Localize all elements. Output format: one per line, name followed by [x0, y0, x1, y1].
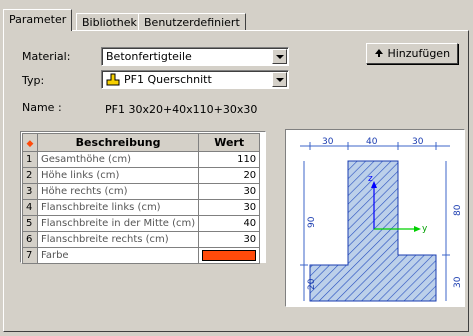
- row-description: Flanschbreite links (cm): [36, 199, 200, 216]
- material-select[interactable]: Betonfertigteile: [101, 47, 289, 66]
- row-number: 7: [22, 247, 38, 264]
- row-number: 6: [22, 231, 38, 248]
- table-row[interactable]: 4 Flanschbreite links (cm) 30: [22, 199, 261, 216]
- tab-parameter[interactable]: Parameter: [3, 9, 73, 31]
- typ-select[interactable]: PF1 Querschnitt: [101, 70, 289, 89]
- row-value-input[interactable]: 30: [198, 183, 261, 200]
- row-value-input[interactable]: 110: [198, 151, 261, 168]
- arrow-up-icon: [374, 49, 383, 57]
- header-beschreibung[interactable]: Beschreibung: [36, 133, 200, 152]
- material-dropdown-arrow-icon[interactable]: [272, 49, 287, 64]
- table-row[interactable]: 1 Gesamthöhe (cm) 110: [22, 151, 261, 168]
- tab-bibliothek[interactable]: Bibliothek: [76, 13, 143, 31]
- row-description: Gesamthöhe (cm): [36, 151, 200, 168]
- parameter-table: ◆ Beschreibung Wert 1 Gesamthöhe (cm) 11…: [20, 131, 266, 264]
- table-header-row: ◆ Beschreibung Wert: [22, 133, 261, 152]
- dim-right-height: 80: [453, 204, 463, 216]
- row-number: 5: [22, 215, 38, 232]
- material-label: Material:: [22, 50, 71, 63]
- section-shape: [309, 160, 437, 302]
- typ-dropdown-arrow-icon[interactable]: [272, 72, 287, 87]
- row-number: 3: [22, 183, 38, 200]
- table-row[interactable]: 6 Flanschbreite rechts (cm) 30: [22, 231, 261, 248]
- row-value-input[interactable]: 40: [198, 215, 261, 232]
- header-wert[interactable]: Wert: [198, 133, 261, 152]
- dim-top-left: 30: [322, 137, 334, 147]
- row-description: Höhe rechts (cm): [36, 183, 200, 200]
- dim-left-height: 90: [307, 216, 317, 228]
- cross-section-preview: 30 40 30 90 20 80 30 z y: [285, 129, 465, 307]
- table-row[interactable]: 5 Flanschbreite in der Mitte (cm) 40: [22, 215, 261, 232]
- row-value-input[interactable]: 20: [198, 167, 261, 184]
- row-number: 1: [22, 151, 38, 168]
- row-value-input[interactable]: 30: [198, 231, 261, 248]
- profile-icon: [106, 73, 120, 86]
- typ-select-value: PF1 Querschnitt: [124, 73, 212, 86]
- name-value: PF1 30x20+40x110+30x30: [105, 103, 258, 116]
- add-button[interactable]: Hinzufügen: [366, 43, 458, 64]
- row-number: 4: [22, 199, 38, 216]
- axis-z-label: z: [368, 174, 373, 184]
- axis-y-label: y: [422, 224, 428, 234]
- row-description: Farbe: [36, 247, 200, 264]
- color-picker-cell[interactable]: [198, 247, 261, 264]
- dim-top-mid: 40: [366, 137, 378, 147]
- add-button-label: Hinzufügen: [387, 47, 451, 60]
- material-select-value: Betonfertigteile: [106, 50, 192, 63]
- row-number: 2: [22, 167, 38, 184]
- row-description: Flanschbreite rechts (cm): [36, 231, 200, 248]
- typ-label: Typ:: [22, 74, 45, 87]
- dim-left-flange: 20: [307, 278, 317, 290]
- name-label: Name :: [22, 101, 62, 114]
- dim-right-flange: 30: [453, 276, 463, 288]
- table-row[interactable]: 7 Farbe: [22, 247, 261, 264]
- row-description: Flanschbreite in der Mitte (cm): [36, 215, 200, 232]
- row-description: Höhe links (cm): [36, 167, 200, 184]
- dim-top-right: 30: [412, 137, 424, 147]
- table-row[interactable]: 3 Höhe rechts (cm) 30: [22, 183, 261, 200]
- row-value-input[interactable]: 30: [198, 199, 261, 216]
- table-row[interactable]: 2 Höhe links (cm) 20: [22, 167, 261, 184]
- color-swatch[interactable]: [202, 250, 257, 261]
- tab-benutzerdefiniert[interactable]: Benutzerdefiniert: [138, 13, 246, 31]
- table-corner-marker-icon: ◆: [22, 133, 38, 152]
